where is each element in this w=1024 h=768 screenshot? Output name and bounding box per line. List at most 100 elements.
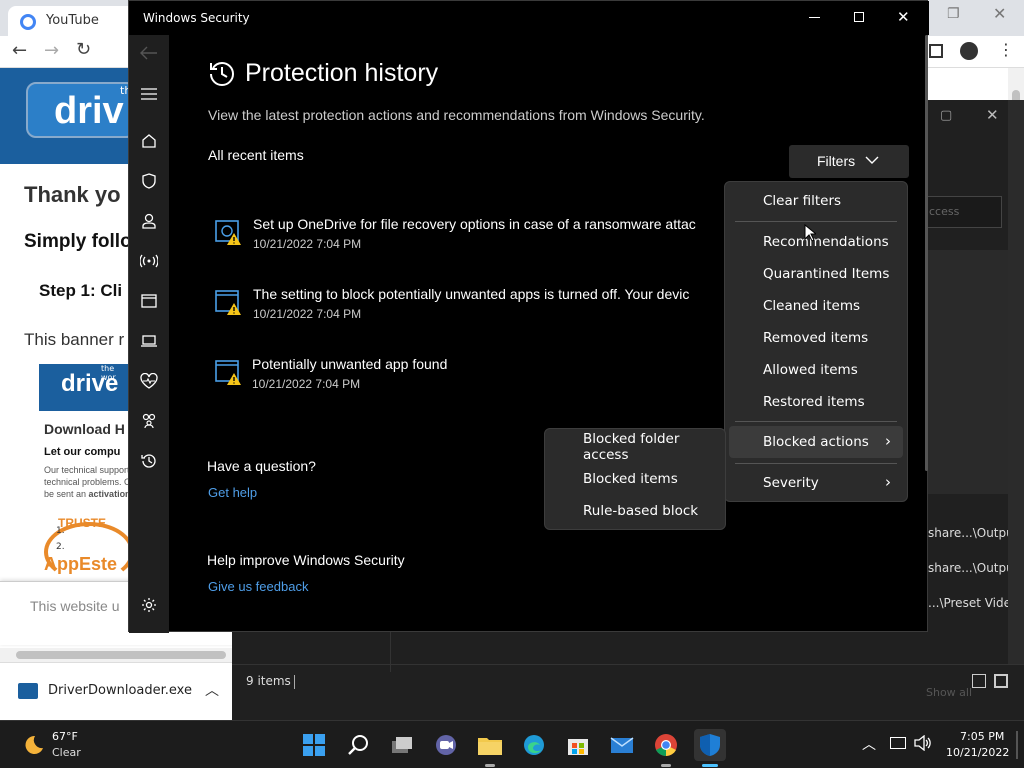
site-logo[interactable]: driv th	[26, 82, 136, 138]
submenu-item-label: Rule-based block	[583, 503, 699, 519]
horizontal-scrollbar[interactable]	[0, 648, 240, 662]
hamburger-icon[interactable]	[137, 82, 161, 106]
device-security-icon[interactable]	[137, 329, 161, 353]
cookie-notice-text: This website u	[30, 598, 120, 614]
appesteem-text: AppEste	[44, 554, 118, 574]
shield-icon[interactable]	[137, 169, 161, 193]
maximize-icon[interactable]: ▢	[940, 108, 952, 123]
close-icon[interactable]: ✕	[993, 4, 1006, 23]
clock-date[interactable]: 10/21/2022	[946, 746, 1009, 759]
page-description: View the latest protection actions and r…	[208, 107, 705, 123]
network-icon[interactable]	[137, 249, 161, 273]
windows-security-taskbar-icon[interactable]	[694, 729, 726, 761]
details-view-icon[interactable]	[972, 674, 986, 688]
menu-icon[interactable]: ⋮	[998, 40, 1014, 59]
explorer-search-input[interactable]: ccess	[922, 196, 1002, 228]
forward-icon[interactable]: →	[44, 40, 59, 61]
app-browser-icon[interactable]	[137, 289, 161, 313]
taskbar: 67°F Clear ︿ 7:05 PM 10/21/2022	[0, 720, 1024, 768]
chevron-down-icon	[865, 155, 879, 165]
chevron-up-icon[interactable]: ︿	[205, 680, 219, 700]
back-icon[interactable]: ←	[12, 40, 27, 61]
tiles-view-icon[interactable]	[994, 674, 1008, 688]
menu-item-clear-filters[interactable]: Clear filters	[725, 186, 907, 216]
file-icon	[18, 683, 38, 699]
weather-temp[interactable]: 67°F	[52, 730, 78, 743]
device-health-icon[interactable]	[137, 369, 161, 393]
menu-item-quarantined[interactable]: Quarantined Items	[725, 259, 907, 289]
running-indicator	[661, 764, 671, 767]
menu-item-label: Blocked actions	[763, 434, 869, 450]
teams-chat-icon[interactable]	[430, 729, 462, 761]
menu-item-label: Cleaned items	[763, 298, 861, 314]
weather-desc[interactable]: Clear	[52, 746, 81, 759]
display-icon[interactable]	[890, 737, 906, 749]
banner-image[interactable]: drive the wor	[39, 364, 131, 411]
close-icon[interactable]: ✕	[897, 8, 910, 26]
hscroll-thumb[interactable]	[16, 651, 226, 659]
history-icon[interactable]	[137, 449, 161, 473]
mail-icon[interactable]	[606, 729, 638, 761]
sidebar-icon[interactable]	[929, 44, 943, 58]
chevron-up-icon[interactable]: ︿	[862, 734, 876, 754]
logo-text: driv	[54, 90, 124, 132]
account-icon[interactable]	[137, 209, 161, 233]
support-text: Our technical support technical problems…	[44, 464, 131, 500]
explorer-row-1[interactable]: share...\Output	[928, 526, 1018, 540]
back-arrow-icon[interactable]	[137, 41, 161, 65]
app-warning-icon	[215, 289, 243, 317]
menu-item-label: Restored items	[763, 394, 865, 410]
file-explorer-icon[interactable]	[474, 729, 506, 761]
search-icon[interactable]	[342, 729, 374, 761]
trusted-text: TRUSTE	[58, 516, 106, 530]
page-subheading: Simply follo	[24, 231, 132, 252]
explorer-row-2[interactable]: share...\Output	[928, 561, 1018, 575]
explorer-row-3[interactable]: ...\Preset Video	[928, 596, 1018, 610]
reload-icon[interactable]: ↻	[76, 39, 91, 60]
menu-item-severity[interactable]: Severity ›	[725, 468, 907, 498]
improve-heading: Help improve Windows Security	[207, 552, 405, 568]
restore-icon[interactable]: ❐	[947, 6, 960, 22]
volume-icon[interactable]	[914, 735, 932, 751]
menu-item-recommendations[interactable]: Recommendations	[725, 227, 907, 257]
maximize-icon[interactable]	[854, 12, 864, 22]
menu-item-restored[interactable]: Restored items	[725, 387, 907, 417]
family-options-icon[interactable]	[137, 409, 161, 433]
content-scrollbar[interactable]	[925, 35, 928, 471]
store-icon[interactable]	[562, 729, 594, 761]
tab-title: YouTube	[46, 13, 99, 28]
download-heading: Download H	[44, 421, 125, 437]
menu-item-removed[interactable]: Removed items	[725, 323, 907, 353]
history-item-date: 10/21/2022 7:04 PM	[253, 307, 362, 321]
clock-time[interactable]: 7:05 PM	[960, 730, 1004, 743]
weather-moon-icon[interactable]	[20, 733, 44, 757]
explorer-close-icon[interactable]: ✕	[986, 106, 999, 124]
minimize-icon[interactable]	[809, 17, 820, 18]
settings-gear-icon[interactable]	[137, 593, 161, 617]
submenu-item-rule-based-block[interactable]: Rule-based block	[545, 496, 725, 526]
explorer-scrollbar[interactable]	[1008, 100, 1024, 664]
history-item[interactable]: Potentially unwanted app found 10/21/202…	[209, 349, 729, 399]
home-icon[interactable]	[137, 129, 161, 153]
filters-button[interactable]: Filters	[789, 145, 909, 178]
banner-tag: the wor	[101, 364, 116, 382]
banner-text: This banner r	[24, 330, 125, 349]
get-help-link[interactable]: Get help	[208, 485, 257, 500]
task-view-icon[interactable]	[386, 729, 418, 761]
menu-item-blocked-actions[interactable]: Blocked actions ›	[729, 426, 903, 458]
history-item[interactable]: The setting to block potentially unwante…	[209, 279, 729, 329]
chrome-icon[interactable]	[650, 729, 682, 761]
edge-icon[interactable]	[518, 729, 550, 761]
show-all-text[interactable]: Show all	[926, 686, 972, 699]
submenu-item-blocked-folder-access[interactable]: Blocked folder access	[545, 431, 725, 463]
start-icon[interactable]	[298, 729, 330, 761]
submenu-item-blocked-items[interactable]: Blocked items	[545, 464, 725, 494]
feedback-link[interactable]: Give us feedback	[208, 579, 308, 594]
nav-rail	[129, 35, 169, 633]
show-desktop-button[interactable]	[1016, 731, 1018, 759]
menu-item-cleaned[interactable]: Cleaned items	[725, 291, 907, 321]
menu-item-allowed[interactable]: Allowed items	[725, 355, 907, 385]
history-item[interactable]: Set up OneDrive for file recovery option…	[209, 209, 729, 259]
download-filename[interactable]: DriverDownloader.exe	[48, 683, 192, 698]
profile-icon[interactable]	[960, 42, 978, 60]
